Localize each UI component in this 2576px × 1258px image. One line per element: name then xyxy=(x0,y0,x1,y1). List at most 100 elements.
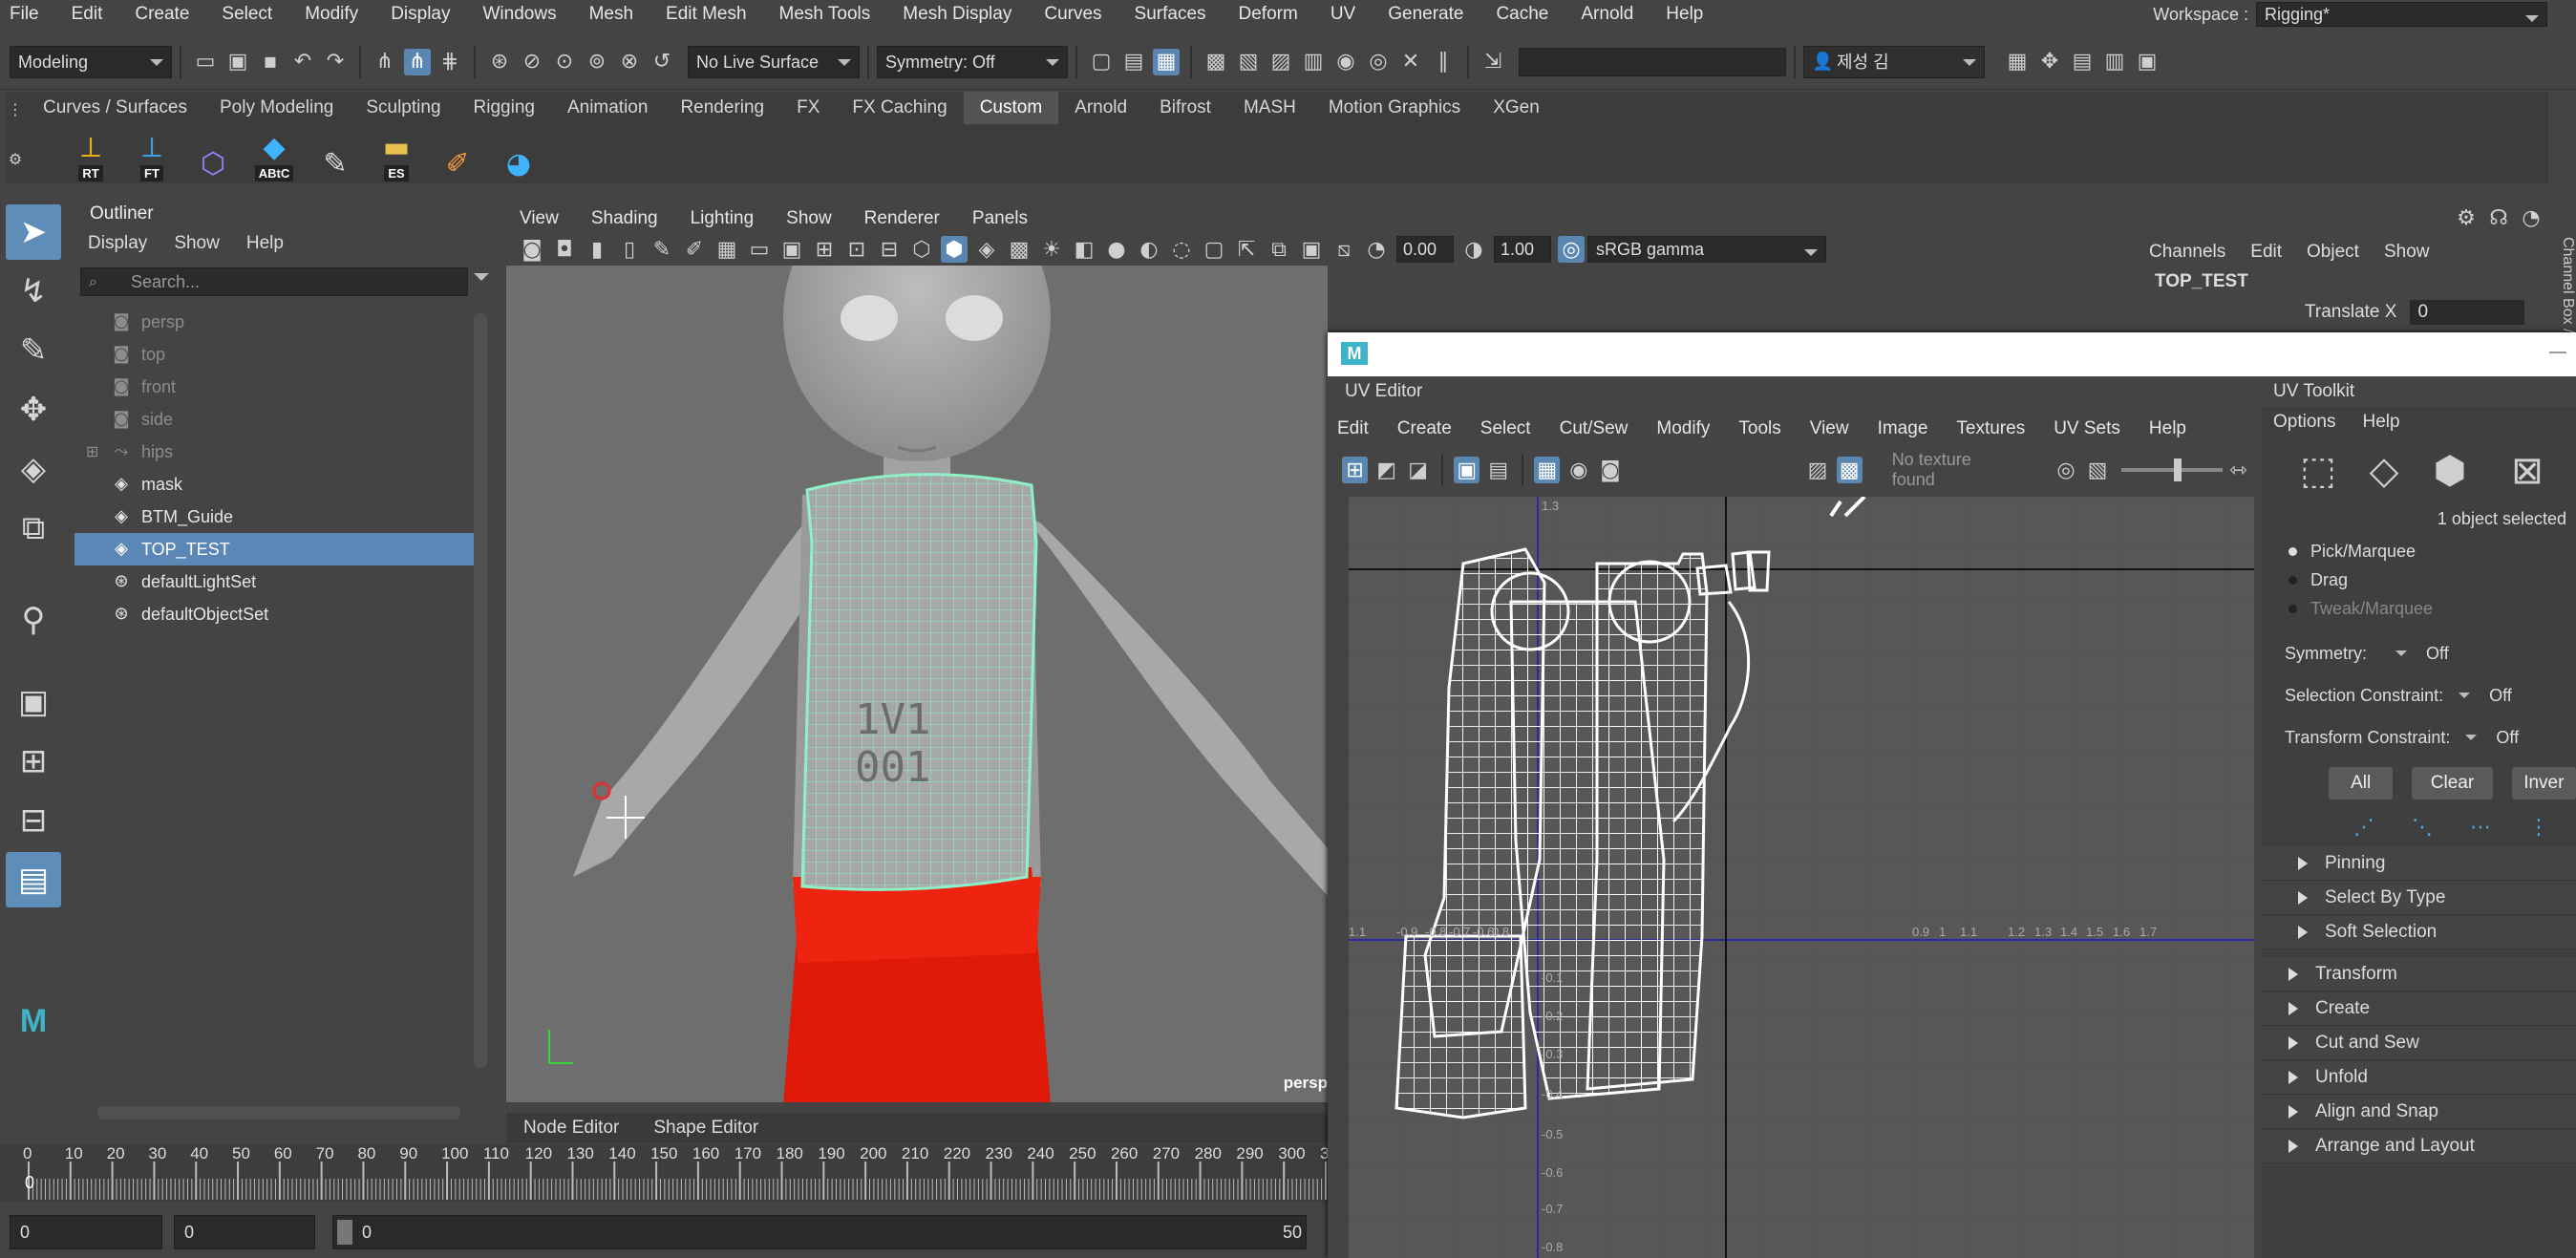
menu-uv[interactable]: UV xyxy=(1331,4,1355,25)
input-field-icon[interactable]: ⇲ xyxy=(1480,49,1506,75)
uv-select-icon[interactable]: ⊞ xyxy=(1342,457,1369,483)
playback-start-field[interactable]: 0 xyxy=(174,1215,315,1249)
outliner-vertical-scrollbar[interactable] xyxy=(474,313,487,1068)
uv-mode-edge-icon[interactable]: ◇ xyxy=(2361,448,2407,494)
menu-windows[interactable]: Windows xyxy=(483,4,557,25)
color-space-dropdown[interactable]: sRGB gamma xyxy=(1587,236,1826,263)
uv-pixel-snap-icon[interactable]: ◉ xyxy=(1565,457,1591,483)
outliner-layout-icon[interactable]: ▤ xyxy=(6,852,61,907)
xray-icon[interactable]: ⇱ xyxy=(1233,236,1260,263)
shelf-button-ft[interactable]: ⟂ FT xyxy=(124,126,180,181)
uv-image-icon[interactable]: ▨ xyxy=(1805,457,1831,483)
radio-dot[interactable] xyxy=(2289,546,2297,556)
current-frame-marker[interactable]: 0 xyxy=(25,1173,34,1192)
snap-point-icon[interactable]: ⊙ xyxy=(551,49,578,75)
shelf-tab-xgen[interactable]: XGen xyxy=(1477,92,1556,124)
command-input[interactable] xyxy=(1519,47,1786,76)
lighting-icon[interactable]: ☀ xyxy=(1038,236,1065,263)
menu-cache[interactable]: Cache xyxy=(1496,4,1548,25)
select-object-icon[interactable]: ⋔ xyxy=(404,48,431,75)
uv-grid-icon[interactable]: ▦ xyxy=(1534,457,1561,483)
uv-display-icon[interactable]: ▧ xyxy=(2084,457,2110,483)
section-transform[interactable]: Transform xyxy=(2262,957,2576,991)
section-pinning[interactable]: Pinning xyxy=(2262,846,2576,881)
section-soft-selection[interactable]: Soft Selection xyxy=(2262,915,2576,949)
menu-curves[interactable]: Curves xyxy=(1044,4,1101,25)
image-plane-icon[interactable]: ▯ xyxy=(616,236,643,263)
tab-node-editor[interactable]: Node Editor xyxy=(506,1113,636,1143)
safe-action-icon[interactable]: ⊟ xyxy=(876,236,903,263)
grid-icon[interactable]: ▦ xyxy=(713,236,740,263)
symmetry-dropdown[interactable]: Symmetry: Off xyxy=(877,45,1068,78)
render-view-icon[interactable]: ▧ xyxy=(1235,49,1262,75)
outliner-menu-display[interactable]: Display xyxy=(88,233,147,254)
redo-icon[interactable]: ↷ xyxy=(322,49,349,75)
uv-shell-bottom[interactable] xyxy=(1394,934,1527,1119)
outliner-item-front[interactable]: ◙ front xyxy=(75,371,474,403)
selection-constraint-arrow[interactable] xyxy=(2459,693,2471,704)
bookmark-icon[interactable]: ▮ xyxy=(584,236,610,263)
resolution-gate-icon[interactable]: ▣ xyxy=(778,236,805,263)
select-all-button[interactable]: All xyxy=(2329,767,2394,800)
snap-view-icon[interactable]: ⊚ xyxy=(584,49,610,75)
gamma-field[interactable]: 1.00 xyxy=(1494,236,1551,263)
menu-generate[interactable]: Generate xyxy=(1388,4,1463,25)
menu-set-dropdown[interactable]: Modeling xyxy=(10,45,172,78)
attribute-icon[interactable]: ⚙ xyxy=(2453,204,2480,231)
start-time-field[interactable]: 0 xyxy=(10,1215,162,1249)
pause-icon[interactable]: ∥ xyxy=(1430,49,1457,75)
camera-select-icon[interactable]: ◙ xyxy=(519,236,545,263)
select-backface-icon[interactable]: ⋮ xyxy=(2525,814,2552,841)
select-tool-icon[interactable]: ➤ xyxy=(6,204,61,260)
uv-mode-uv-icon[interactable]: ⊠ xyxy=(2504,448,2550,494)
outliner-menu-show[interactable]: Show xyxy=(174,233,220,254)
uv-shell-back[interactable] xyxy=(1586,552,1709,1091)
uv-exposure-icon[interactable]: ◎ xyxy=(2053,457,2078,483)
radio-dot[interactable] xyxy=(2289,604,2297,613)
smooth-shade-icon[interactable]: ⬢ xyxy=(941,236,968,263)
uv-distortion-icon[interactable]: ▤ xyxy=(1485,457,1511,483)
uv-menu-create[interactable]: Create xyxy=(1397,418,1452,439)
shelf-button-es[interactable]: ▬ ES xyxy=(369,126,424,181)
open-scene-icon[interactable]: ▣ xyxy=(224,49,251,75)
channel-menu-edit[interactable]: Edit xyxy=(2250,242,2282,263)
outliner-menu-help[interactable]: Help xyxy=(246,233,284,254)
range-slider-bar[interactable]: 0 50 xyxy=(332,1215,1307,1249)
mode-drag[interactable]: Drag xyxy=(2262,565,2576,594)
menu-help[interactable]: Help xyxy=(1666,4,1703,25)
menu-edit[interactable]: Edit xyxy=(72,4,103,25)
uv-menu-textures[interactable]: Textures xyxy=(1956,418,2025,439)
lasso-tool-icon[interactable]: ↯ xyxy=(6,264,61,319)
shelf-button-5[interactable]: ✎ xyxy=(308,126,363,181)
outliner-search-input[interactable]: Search... ⌕ xyxy=(80,267,468,296)
backface-icon[interactable]: ⧅ xyxy=(1331,236,1357,263)
isolate-select-icon[interactable]: ▢ xyxy=(1201,236,1227,263)
uv-checker-icon[interactable]: ▩ xyxy=(1836,457,1863,483)
menu-deform[interactable]: Deform xyxy=(1239,4,1298,25)
hypershade-icon[interactable]: ◉ xyxy=(1332,49,1359,75)
scale-tool-icon[interactable]: ⧉ xyxy=(6,501,61,556)
section-cut-and-sew[interactable]: Cut and Sew xyxy=(2262,1026,2576,1060)
color-management-icon[interactable]: ◎ xyxy=(1558,236,1585,263)
menu-select[interactable]: Select xyxy=(222,4,272,25)
single-perspective-icon[interactable]: ▣ xyxy=(6,674,61,730)
uv-shell-icon[interactable]: ◩ xyxy=(1373,457,1399,483)
shelf-tab-fx-caching[interactable]: FX Caching xyxy=(836,92,963,124)
grease-pencil-icon[interactable]: ✐ xyxy=(681,236,708,263)
undo-icon[interactable]: ↶ xyxy=(289,49,316,75)
shelf-button-abtc[interactable]: ◆ ABtC xyxy=(246,126,302,181)
wireframe-icon[interactable]: ⬡ xyxy=(908,236,935,263)
twod-pan-icon[interactable]: ✎ xyxy=(649,236,675,263)
last-tool-icon[interactable]: ⚲ xyxy=(6,592,61,648)
toggle-workspace-icon[interactable]: ▦ xyxy=(2004,49,2031,75)
rig-icon[interactable]: ☊ xyxy=(2485,204,2512,231)
new-scene-icon[interactable]: ▭ xyxy=(192,49,219,75)
shelf-options-icon[interactable]: ⋮ xyxy=(6,96,25,122)
uv-grid-canvas[interactable]: 1.1 -0.9 -0.8 -0.7 -0.6 0.8 0.9 1 1.1 1.2 1.3 1.4 1.… xyxy=(1349,497,2254,1258)
section-align-and-snap[interactable]: Align and Snap xyxy=(2262,1095,2576,1129)
channel-box-side-tab[interactable]: Channel Box / xyxy=(2555,237,2576,333)
uv-menu-cut-sew[interactable]: Cut/Sew xyxy=(1560,418,1629,439)
menu-create[interactable]: Create xyxy=(135,4,189,25)
perspective-viewport[interactable]: 1V1 001 persp xyxy=(506,266,1328,1102)
shelf-tab-fx[interactable]: FX xyxy=(780,92,836,124)
